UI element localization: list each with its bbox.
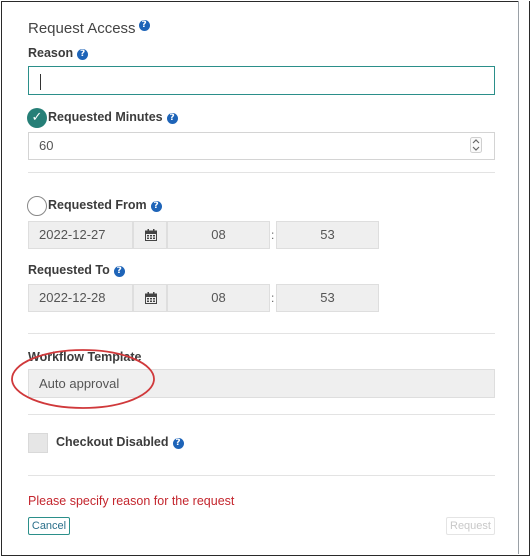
requested-from-radio[interactable] <box>27 196 47 216</box>
help-icon[interactable]: ? <box>166 113 178 124</box>
up-down-spinner-icon[interactable] <box>470 137 482 153</box>
cancel-button[interactable]: Cancel <box>28 517 70 535</box>
section-divider <box>28 333 495 334</box>
validation-error-message: Please specify reason for the request <box>28 494 235 508</box>
calendar-icon <box>145 292 157 304</box>
dialog-title-text: Request Access <box>28 20 136 37</box>
checkout-disabled-checkbox[interactable] <box>28 433 48 453</box>
section-divider <box>28 172 495 173</box>
requested-from-label: Requested From? <box>48 198 162 212</box>
requested-from-label-text: Requested From <box>48 198 147 212</box>
reason-label: Reason? <box>28 46 89 60</box>
text-caret <box>40 74 41 90</box>
requested-to-hour[interactable]: 08 <box>167 284 270 312</box>
requested-to-date[interactable]: 2022-12-28 <box>28 284 133 312</box>
section-divider <box>28 475 495 476</box>
background-page-edge <box>518 1 529 554</box>
help-icon[interactable]: ? <box>138 20 150 31</box>
requested-to-label-text: Requested To <box>28 263 110 277</box>
requested-from-hour[interactable]: 08 <box>167 221 270 249</box>
requested-to-label: Requested To? <box>28 263 125 277</box>
calendar-icon <box>145 229 157 241</box>
section-divider <box>28 414 495 415</box>
requested-to-minute[interactable]: 53 <box>276 284 379 312</box>
checkout-disabled-label: Checkout Disabled? <box>56 435 184 449</box>
highlight-ellipse <box>11 349 155 409</box>
reason-label-text: Reason <box>28 46 74 60</box>
help-icon[interactable]: ? <box>172 438 184 449</box>
requested-minutes-value: 60 <box>39 138 54 153</box>
calendar-button[interactable] <box>133 221 167 249</box>
time-separator: : <box>271 228 275 242</box>
requested-minutes-label: Requested Minutes? <box>48 110 178 124</box>
reason-input[interactable] <box>28 66 495 95</box>
requested-minutes-input[interactable]: 60 <box>28 132 495 160</box>
checkout-disabled-label-text: Checkout Disabled <box>56 435 169 449</box>
requested-from-minute[interactable]: 53 <box>276 221 379 249</box>
calendar-button[interactable] <box>133 284 167 312</box>
requested-minutes-label-text: Requested Minutes <box>48 110 163 124</box>
requested-minutes-check-icon[interactable]: ✓ <box>27 108 47 128</box>
request-button[interactable]: Request <box>446 517 495 535</box>
time-separator: : <box>271 291 275 305</box>
help-icon[interactable]: ? <box>113 266 125 277</box>
dialog-title: Request Access? <box>28 20 150 37</box>
help-icon[interactable]: ? <box>77 49 89 60</box>
requested-from-date[interactable]: 2022-12-27 <box>28 221 133 249</box>
help-icon[interactable]: ? <box>150 201 162 212</box>
